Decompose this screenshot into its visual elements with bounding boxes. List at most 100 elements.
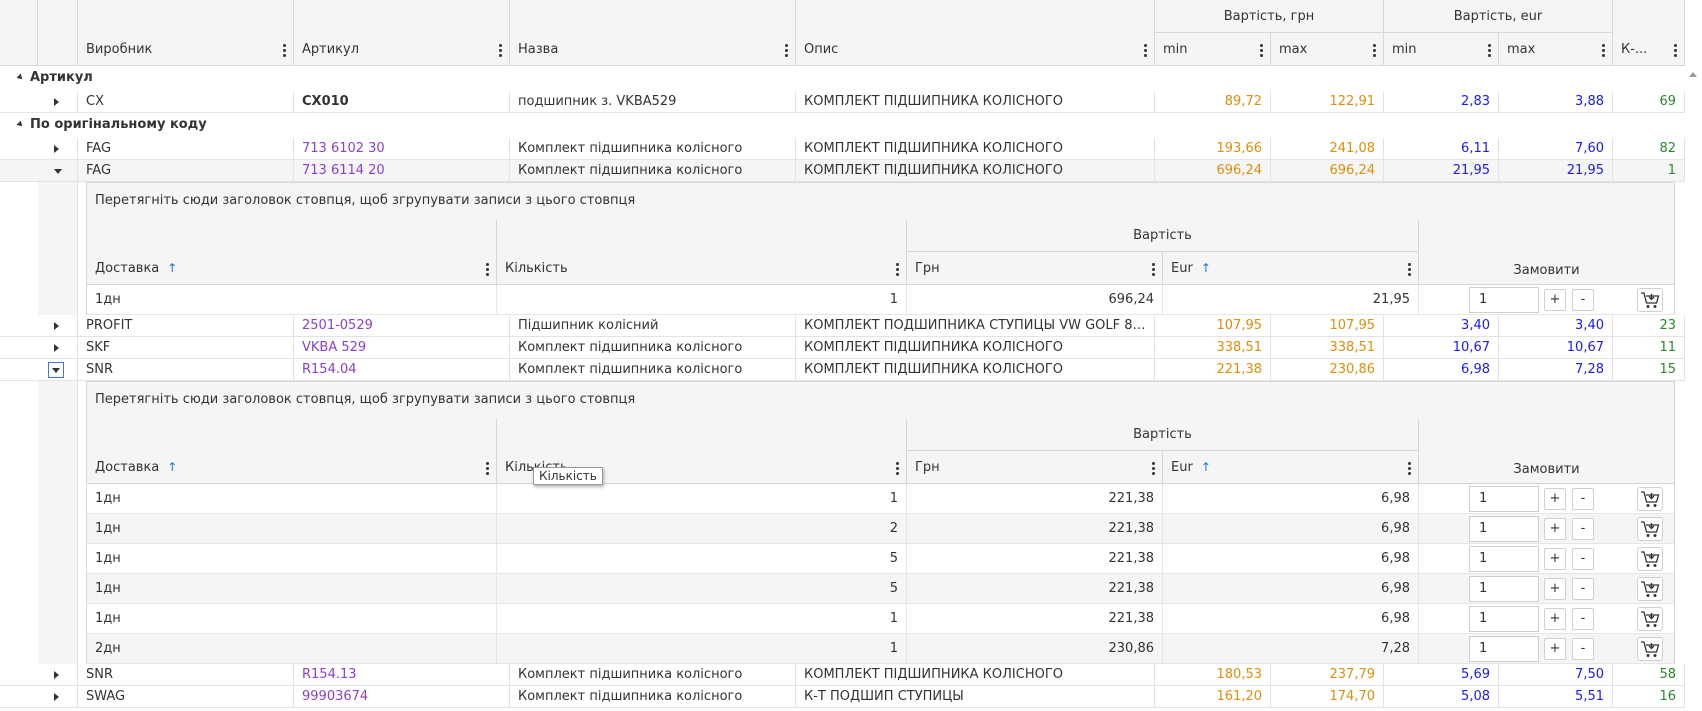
header-eur[interactable]: Eur ↑ — [1163, 252, 1419, 285]
decrement-button[interactable]: - — [1572, 578, 1594, 600]
increment-button[interactable]: + — [1544, 488, 1566, 510]
group-row-article[interactable]: Артикул — [0, 67, 1685, 89]
cell-article-link[interactable]: R154.04 — [294, 359, 510, 380]
increment-button[interactable]: + — [1544, 608, 1566, 630]
cell-article[interactable]: CX010 — [294, 91, 510, 112]
column-menu-icon[interactable] — [1674, 44, 1678, 58]
expand-icon[interactable] — [54, 344, 59, 352]
collapse-icon[interactable] — [16, 120, 25, 129]
order-quantity-input[interactable]: 1 — [1469, 516, 1539, 542]
group-panel[interactable]: Перетягніть сюди заголовок стовпця, щоб … — [87, 183, 1674, 221]
detail-row[interactable]: 1дн 5 221,38 6,98 1 + - — [87, 574, 1674, 604]
table-row[interactable]: CX CX010 подшипник з. VKBA529 КОМПЛЕКТ П… — [0, 91, 1685, 113]
add-to-cart-button[interactable] — [1637, 547, 1663, 571]
decrement-button[interactable]: - — [1572, 518, 1594, 540]
column-menu-icon[interactable] — [1408, 462, 1412, 476]
detail-row[interactable]: 1дн 5 221,38 6,98 1 + - — [87, 544, 1674, 574]
header-uah[interactable]: Грн — [907, 451, 1163, 484]
table-row-expanded[interactable]: FAG 713 6114 20 Комплект підшипника колі… — [0, 160, 1685, 182]
detail-row[interactable]: 1дн 1 696,24 21,95 1 + - — [87, 285, 1674, 315]
column-menu-icon[interactable] — [283, 44, 287, 58]
header-uah-min[interactable]: min — [1155, 33, 1271, 66]
add-to-cart-button[interactable] — [1637, 487, 1663, 511]
column-menu-icon[interactable] — [785, 44, 789, 58]
header-eur-max[interactable]: max — [1499, 33, 1613, 66]
add-to-cart-button[interactable] — [1637, 637, 1663, 661]
expand-icon[interactable] — [54, 671, 59, 679]
add-to-cart-button[interactable] — [1637, 517, 1663, 541]
table-row[interactable]: SKF VKBA 529 Комплект підшипника колісно… — [0, 337, 1685, 359]
cell-article-link[interactable]: 2501-0529 — [294, 315, 510, 336]
header-article[interactable]: Артикул — [294, 0, 510, 66]
header-description[interactable]: Опис — [796, 0, 1155, 66]
sort-asc-icon[interactable]: ↑ — [167, 261, 177, 275]
header-quantity[interactable]: Кількість — [497, 220, 907, 285]
sort-asc-icon[interactable]: ↑ — [1201, 460, 1211, 474]
increment-button[interactable]: + — [1544, 578, 1566, 600]
add-to-cart-button[interactable] — [1637, 607, 1663, 631]
column-menu-icon[interactable] — [1152, 462, 1156, 476]
expand-cell[interactable] — [38, 337, 78, 358]
detail-row[interactable]: 1дн 2 221,38 6,98 1 + - — [87, 514, 1674, 544]
order-quantity-input[interactable]: 1 — [1469, 636, 1539, 662]
scroll-up-icon[interactable] — [1689, 72, 1697, 77]
increment-button[interactable]: + — [1544, 548, 1566, 570]
cell-article-link[interactable]: 713 6114 20 — [294, 160, 510, 181]
add-to-cart-button[interactable] — [1637, 288, 1663, 312]
column-menu-icon[interactable] — [1408, 263, 1412, 277]
order-quantity-input[interactable]: 1 — [1469, 606, 1539, 632]
expand-cell[interactable] — [38, 138, 78, 159]
cell-article-link[interactable]: 99903674 — [294, 686, 510, 707]
header-count[interactable]: К-... — [1613, 0, 1685, 66]
increment-button[interactable]: + — [1544, 289, 1566, 311]
order-quantity-input[interactable]: 1 — [1469, 546, 1539, 572]
column-menu-icon[interactable] — [486, 462, 490, 476]
expand-icon[interactable] — [54, 693, 59, 701]
header-manufacturer[interactable]: Виробник — [78, 0, 294, 66]
table-row[interactable]: PROFIT 2501-0529 Підшипник колісний КОМП… — [0, 315, 1685, 337]
group-panel[interactable]: Перетягніть сюди заголовок стовпця, щоб … — [87, 382, 1674, 420]
table-row-expanded[interactable]: SNR R154.04 Комплект підшипника колісног… — [0, 359, 1685, 381]
decrement-button[interactable]: - — [1572, 638, 1594, 660]
table-row[interactable]: SNR R154.13 Комплект підшипника колісног… — [0, 664, 1685, 686]
order-quantity-input[interactable]: 1 — [1469, 486, 1539, 512]
sort-asc-icon[interactable]: ↑ — [1201, 261, 1211, 275]
decrement-button[interactable]: - — [1572, 488, 1594, 510]
expand-cell[interactable] — [38, 359, 78, 380]
expand-cell[interactable] — [38, 664, 78, 685]
order-quantity-input[interactable]: 1 — [1469, 576, 1539, 602]
column-menu-icon[interactable] — [1373, 44, 1377, 58]
column-menu-icon[interactable] — [486, 263, 490, 277]
sort-asc-icon[interactable]: ↑ — [167, 460, 177, 474]
order-quantity-input[interactable]: 1 — [1469, 287, 1539, 313]
expand-icon[interactable] — [54, 98, 59, 106]
header-eur-min[interactable]: min — [1384, 33, 1499, 66]
expand-cell[interactable] — [38, 315, 78, 336]
cell-article-link[interactable]: VKBA 529 — [294, 337, 510, 358]
column-menu-icon[interactable] — [1602, 44, 1606, 58]
column-menu-icon[interactable] — [896, 462, 900, 476]
expand-icon[interactable] — [54, 145, 59, 153]
collapse-button[interactable] — [48, 362, 64, 378]
cell-article-link[interactable]: R154.13 — [294, 664, 510, 685]
column-menu-icon[interactable] — [1488, 44, 1492, 58]
collapse-icon[interactable] — [54, 169, 62, 174]
group-row-original[interactable]: По оригінальному коду — [0, 114, 1685, 136]
table-row[interactable]: FAG 713 6102 30 Комплект підшипника колі… — [0, 138, 1685, 160]
header-delivery[interactable]: Доставка ↑ — [87, 419, 497, 484]
header-name[interactable]: Назва — [510, 0, 796, 66]
header-uah-max[interactable]: max — [1271, 33, 1384, 66]
decrement-button[interactable]: - — [1572, 608, 1594, 630]
header-eur[interactable]: Eur ↑ — [1163, 451, 1419, 484]
decrement-button[interactable]: - — [1572, 548, 1594, 570]
table-row[interactable]: SWAG 99903674 Комплект підшипника колісн… — [0, 686, 1685, 708]
detail-row[interactable]: 2дн 1 230,86 7,28 1 + - — [87, 634, 1674, 664]
detail-row[interactable]: 1дн 1 221,38 6,98 1 + - — [87, 484, 1674, 514]
column-menu-icon[interactable] — [499, 44, 503, 58]
detail-row[interactable]: 1дн 1 221,38 6,98 1 + - — [87, 604, 1674, 634]
column-menu-icon[interactable] — [1144, 44, 1148, 58]
header-delivery[interactable]: Доставка ↑ — [87, 220, 497, 285]
increment-button[interactable]: + — [1544, 518, 1566, 540]
expand-cell[interactable] — [38, 686, 78, 707]
add-to-cart-button[interactable] — [1637, 577, 1663, 601]
